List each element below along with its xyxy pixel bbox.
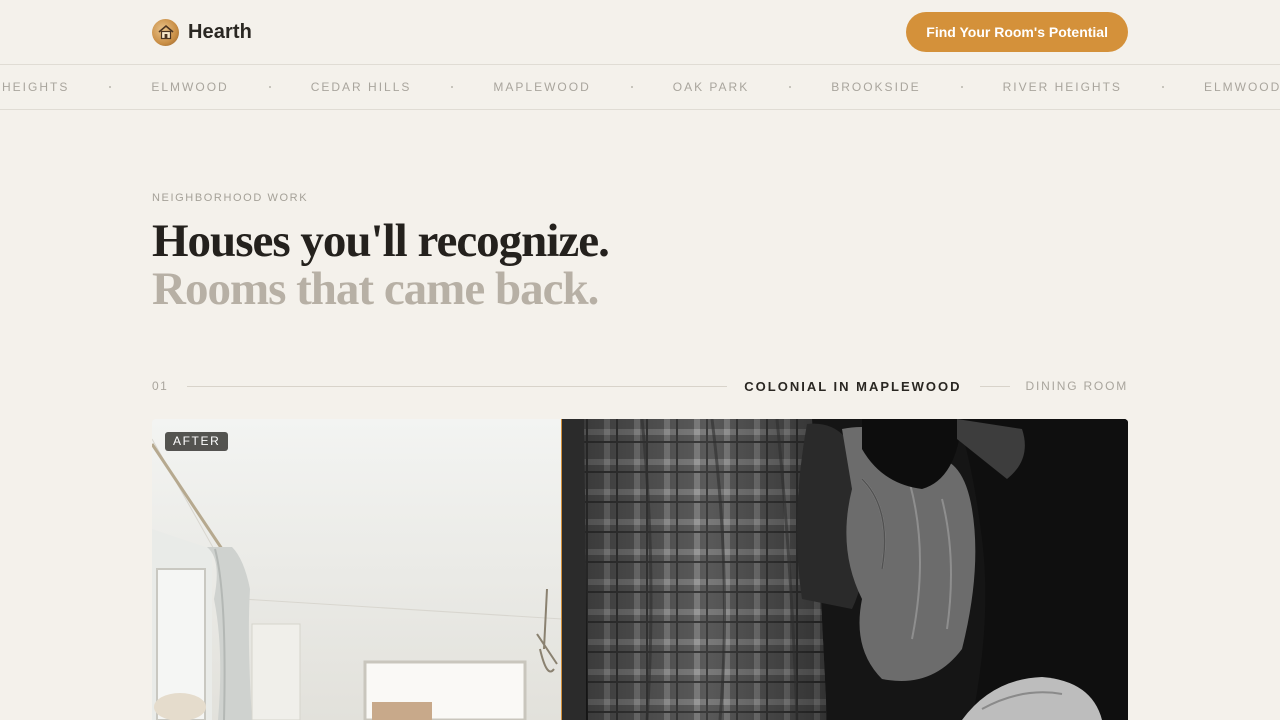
- ticker-separator: [960, 86, 963, 88]
- divider-line: [979, 385, 1010, 387]
- ticker-item: Maplewood: [493, 80, 591, 94]
- ticker-separator: [451, 86, 454, 88]
- after-image: AFTER: [152, 419, 562, 720]
- site-header: Hearth Find Your Room's Potential: [0, 0, 1280, 64]
- before-after-slider[interactable]: AFTER: [152, 419, 1128, 720]
- ticker-track: River Heights Elmwood Cedar Hills Maplew…: [0, 65, 1280, 109]
- ticker-separator: [268, 86, 271, 88]
- ticker-item: Oak Park: [672, 80, 750, 94]
- ticker-item: Cedar Hills: [310, 80, 412, 94]
- brand[interactable]: Hearth: [152, 18, 252, 46]
- brand-name: Hearth: [188, 20, 252, 43]
- headline-line-1: Houses you'll recognize.: [152, 215, 610, 267]
- before-image: [562, 419, 1128, 720]
- find-room-potential-button[interactable]: Find Your Room's Potential: [906, 12, 1128, 52]
- section-headline: Houses you'll recognize. Rooms that came…: [152, 215, 610, 315]
- project-number: 01: [152, 379, 169, 393]
- house-logo-icon: [152, 18, 179, 46]
- ticker-separator: [789, 86, 792, 88]
- ticker-item: Elmwood: [151, 80, 229, 94]
- ticker-item: River Heights: [0, 80, 70, 94]
- ticker-separator: [630, 86, 633, 88]
- project-room: DINING ROOM: [1025, 379, 1128, 393]
- ticker-separator: [1161, 86, 1164, 88]
- headline-line-2: Rooms that came back.: [152, 263, 599, 315]
- ticker-item: Brookside: [831, 80, 921, 94]
- ticker-item: Elmwood: [1203, 80, 1280, 94]
- project-title: COLONIAL IN MAPLEWOOD: [744, 378, 962, 394]
- section-eyebrow: NEIGHBORHOOD WORK: [152, 192, 309, 204]
- ticker-separator: [109, 86, 112, 88]
- project-header: 01 COLONIAL IN MAPLEWOOD DINING ROOM: [152, 376, 1128, 396]
- ticker-item: River Heights: [1002, 80, 1122, 94]
- divider-line: [187, 385, 728, 387]
- neighborhood-ticker: River Heights Elmwood Cedar Hills Maplew…: [0, 64, 1280, 110]
- after-badge: AFTER: [165, 432, 229, 451]
